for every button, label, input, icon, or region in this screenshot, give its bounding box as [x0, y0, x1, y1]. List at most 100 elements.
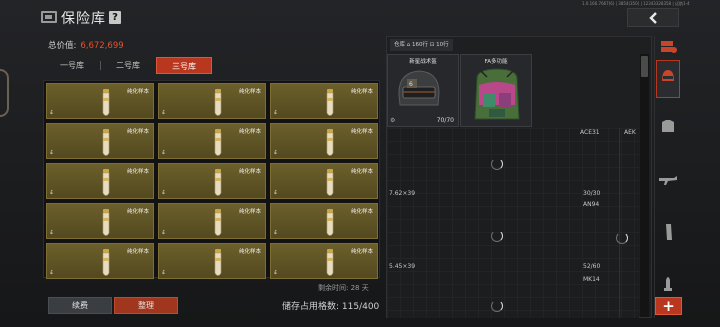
vault-item-cell[interactable]: 纯化样本 £: [158, 243, 266, 279]
weapon-slot-name: AEK: [624, 129, 636, 136]
vault-item-cell[interactable]: 纯化样本 £: [46, 123, 154, 159]
helmet-icon: 6: [398, 70, 440, 106]
vault-item-cell[interactable]: 纯化样本 £: [158, 83, 266, 119]
item-label: 纯化样本: [350, 209, 373, 215]
category-helmet[interactable]: [656, 60, 680, 98]
vault-item-cell[interactable]: 纯化样本 £: [270, 123, 378, 159]
tab-vault-3[interactable]: 三号库: [156, 57, 212, 74]
warehouse-rows: 160行: [412, 42, 429, 48]
item-label: 纯化样本: [238, 249, 261, 255]
sample-tube-icon: [214, 169, 222, 196]
sidebar-divider: [654, 36, 655, 318]
category-ammo[interactable]: [656, 268, 680, 298]
vault-item-cell[interactable]: 纯化样本 £: [158, 163, 266, 199]
total-value-label: 总价值:: [48, 41, 77, 51]
weapon-slot-ammo: 52/60: [583, 263, 601, 270]
category-rifle[interactable]: [656, 168, 680, 198]
item-bind-mark: £: [50, 150, 54, 156]
category-sidebar: [654, 36, 684, 318]
remaining-time: 剩余时间: 28 天: [318, 284, 369, 292]
item-bind-mark: £: [162, 230, 166, 236]
item-label: 纯化样本: [126, 209, 149, 215]
warehouse-tag-label: 仓库: [394, 42, 406, 48]
vault-item-cell[interactable]: 纯化样本 £: [270, 83, 378, 119]
weapon-slot-caliber: 5.45×39: [389, 263, 416, 270]
vault-item-cell[interactable]: 纯化样本 £: [270, 203, 378, 239]
vault-item-cell[interactable]: 纯化样本 £: [158, 203, 266, 239]
total-value: 总价值: 6,672,699: [48, 39, 124, 51]
weapon-slot-name: AN94: [583, 201, 600, 208]
item-label: 纯化样本: [126, 169, 149, 175]
item-bind-mark: £: [162, 270, 166, 276]
storage-usage: 储存占用格数: 115/400: [282, 302, 380, 312]
vault-tabs: 一号库 二号库 三号库: [44, 57, 212, 74]
item-label: 纯化样本: [238, 89, 261, 95]
loading-spinner: [491, 230, 503, 242]
tab-vault-2[interactable]: 二号库: [100, 57, 156, 74]
item-bind-mark: £: [274, 150, 278, 156]
help-button[interactable]: ?: [109, 11, 121, 24]
sample-tube-icon: [326, 169, 334, 196]
sample-tube-icon: [214, 209, 222, 236]
home-icon: ⌂: [406, 42, 411, 48]
item-backpack[interactable]: FA多功能: [460, 54, 532, 127]
item-bind-mark: £: [50, 110, 54, 116]
item-label: 纯化样本: [350, 129, 373, 135]
item-label: 纯化样本: [350, 249, 373, 255]
vault-item-cell[interactable]: 纯化样本 £: [270, 243, 378, 279]
renew-button[interactable]: 续费: [48, 297, 112, 314]
category-magazine[interactable]: [656, 218, 680, 248]
back-button[interactable]: [627, 8, 679, 27]
rifle-category-icon: [659, 176, 677, 185]
sample-tube-icon: [326, 129, 334, 156]
vault-item-cell[interactable]: 纯化样本 £: [270, 163, 378, 199]
item-durability: 70/70: [436, 117, 454, 124]
column-divider: [619, 128, 620, 318]
sample-tube-icon: [102, 249, 110, 276]
sort-button[interactable]: 整理: [114, 297, 178, 314]
vault-item-cell[interactable]: 纯化样本 £: [46, 83, 154, 119]
helmet-category-icon: [662, 70, 674, 81]
system-info: 1.0.166.7667(6) | 3854(350) | 1234332835…: [582, 1, 690, 6]
vault-grid: 纯化样本 £ 纯化样本 £ 纯化样本 £ 纯化样本 £ 纯化样本 £ 纯化样本 £ 纯化样本 £ 纯化样本 £…: [43, 80, 380, 279]
item-label: 纯化样本: [238, 209, 261, 215]
loading-spinner: [491, 158, 503, 170]
magazine-category-icon: [666, 224, 672, 240]
ammo-category-icon: [664, 277, 672, 291]
warehouse-header: 仓库 ⌂ 160行 ⊡ 10行: [387, 37, 651, 54]
vault-item-cell[interactable]: 纯化样本 £: [46, 203, 154, 239]
category-vest[interactable]: [656, 114, 680, 144]
warehouse-panel: 仓库 ⌂ 160行 ⊡ 10行 新星战术盔 6 ⚙ 70/70 FA多功能 AC…: [386, 36, 652, 318]
tab-vault-1[interactable]: 一号库: [44, 57, 100, 74]
scroll-thumb[interactable]: [641, 56, 648, 77]
item-bind-mark: £: [274, 190, 278, 196]
item-name: 新星战术盔: [409, 59, 437, 65]
item-bind-mark: £: [274, 270, 278, 276]
bound-icon: ⚙: [390, 117, 396, 124]
vault-item-cell[interactable]: 纯化样本 £: [158, 123, 266, 159]
item-label: 纯化样本: [238, 169, 261, 175]
vest-category-icon: [662, 120, 674, 132]
item-label: 纯化样本: [350, 89, 373, 95]
item-name: FA多功能: [484, 59, 508, 65]
chevron-left-icon: [649, 12, 657, 24]
page-title: 保险库: [61, 11, 106, 27]
sample-tube-icon: [326, 89, 334, 116]
item-helmet[interactable]: 新星战术盔 6 ⚙ 70/70: [387, 54, 459, 127]
weapon-slot-ammo: 30/30: [583, 190, 601, 197]
weapon-slot-caliber: 7.62×39: [389, 190, 416, 197]
item-bind-mark: £: [50, 190, 54, 196]
vault-item-cell[interactable]: 纯化样本 £: [46, 243, 154, 279]
top-bar: 保险库 ? 1.0.166.7667(6) | 3854(350) | 1234…: [0, 0, 720, 34]
vault-item-cell[interactable]: 纯化样本 £: [46, 163, 154, 199]
warehouse-scrollbar[interactable]: [640, 54, 649, 317]
side-drawer-handle[interactable]: [0, 69, 9, 117]
sample-tube-icon: [214, 129, 222, 156]
weapon-slot-name: MK14: [583, 276, 600, 283]
item-label: 纯化样本: [126, 129, 149, 135]
warehouse-grid: [387, 128, 639, 318]
item-bind-mark: £: [162, 110, 166, 116]
add-button[interactable]: +: [655, 297, 682, 315]
sample-tube-icon: [214, 89, 222, 116]
sample-tube-icon: [214, 249, 222, 276]
